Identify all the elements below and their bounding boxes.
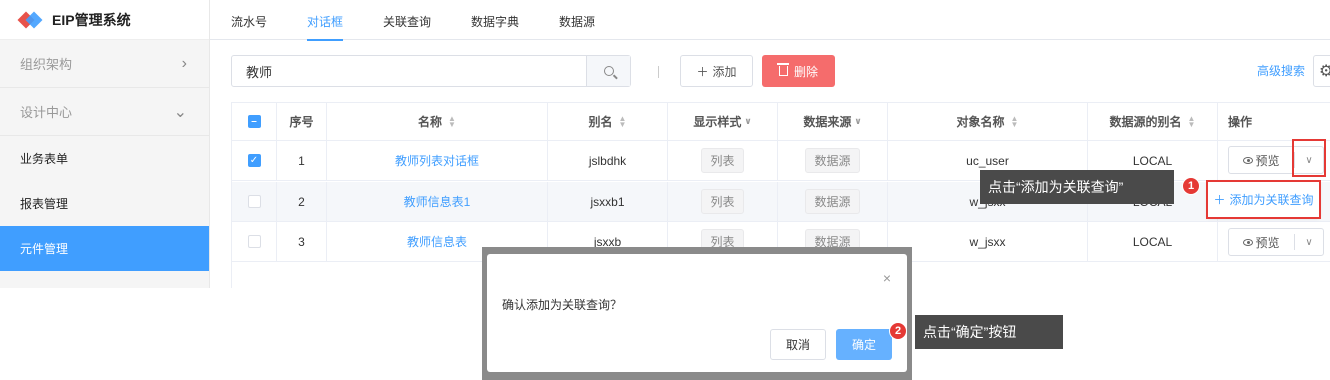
row-alias: jsxxb1 xyxy=(548,182,668,221)
sidebar-group-design[interactable]: 设计中心 ⌄ xyxy=(0,88,209,136)
sidebar-item-component[interactable]: 元件管理 xyxy=(0,226,209,271)
row-ds-alias: LOCAL xyxy=(1088,222,1218,261)
tab-serial[interactable]: 流水号 xyxy=(231,0,267,40)
eye-icon xyxy=(1243,238,1254,246)
preview-split-button: 预览 ∨ xyxy=(1228,228,1324,256)
row-name-link[interactable]: 教师信息表 xyxy=(407,233,467,250)
sort-icon: ▲ ▼ xyxy=(618,113,627,129)
header-index: 序号 xyxy=(277,103,327,140)
confirm-dialog: × 确认添加为关联查询？ 取消 确定 xyxy=(487,254,907,372)
header-ds-alias[interactable]: 数据源的别名 ▲ ▼ xyxy=(1088,103,1218,140)
confirm-button[interactable]: 确定 xyxy=(836,329,892,360)
settings-button[interactable]: ⚙ xyxy=(1313,55,1330,87)
table-header: – 序号 名称 ▲ ▼ 别名 ▲ ▼ 显示样式 ∨ 数据来源 ∨ 对象名称 ▲ ▼ 数据源的别名… xyxy=(232,103,1330,141)
gear-icon: ⚙ xyxy=(1319,63,1330,80)
row-index: 1 xyxy=(277,141,327,180)
tooltip-step2: 点击“确定”按钮 xyxy=(915,315,1063,349)
cancel-button[interactable]: 取消 xyxy=(770,329,826,360)
sidebar-item-label: 报表管理 xyxy=(20,197,69,211)
row-checkbox[interactable] xyxy=(247,195,261,208)
trash-icon xyxy=(776,63,789,76)
header-actions: 操作 xyxy=(1228,115,1253,129)
source-tag: 数据源 xyxy=(805,189,860,214)
row-checkbox[interactable]: ✓ xyxy=(247,154,261,167)
more-dropdown-button[interactable]: ∨ xyxy=(1295,237,1323,248)
header-object-name[interactable]: 对象名称 ▲ ▼ xyxy=(888,103,1088,140)
style-tag: 列表 xyxy=(701,189,744,214)
brand: EIP管理系统 xyxy=(0,0,209,40)
add-button[interactable]: ＋添加 xyxy=(680,55,753,87)
plus-icon: ＋ xyxy=(696,64,709,79)
sidebar-group-org[interactable]: 组织架构 › xyxy=(0,40,209,88)
eye-icon xyxy=(1243,156,1254,164)
sidebar-group-label: 设计中心 xyxy=(20,105,73,120)
tooltip-step1: 点击“添加为关联查询” xyxy=(980,170,1174,204)
close-icon[interactable]: × xyxy=(883,270,891,286)
sidebar-item-report[interactable]: 报表管理 xyxy=(0,181,209,226)
step-badge-2: 2 xyxy=(889,322,907,340)
search-button[interactable] xyxy=(586,56,630,86)
header-data-source[interactable]: 数据来源 ∨ xyxy=(778,103,888,140)
search-box xyxy=(231,55,631,87)
sort-icon: ▲ ▼ xyxy=(1010,113,1019,129)
header-name[interactable]: 名称 ▲ ▼ xyxy=(327,103,548,140)
sort-icon: ▲ ▼ xyxy=(448,113,456,129)
dialog-message: 确认添加为关联查询？ xyxy=(502,298,623,312)
row-index: 2 xyxy=(277,182,327,221)
chevron-right-icon: › xyxy=(181,54,187,72)
sidebar: EIP管理系统 组织架构 › 设计中心 ⌄ 业务表单 报表管理 元件管理 xyxy=(0,0,210,288)
preview-button[interactable]: 预览 xyxy=(1229,152,1295,168)
highlight-add-relation xyxy=(1206,180,1321,219)
header-display-style[interactable]: 显示样式 ∨ xyxy=(668,103,778,140)
sidebar-item-label: 元件管理 xyxy=(20,242,69,256)
row-index: 3 xyxy=(277,222,327,261)
tooltip-text: 点击“确定”按钮 xyxy=(923,324,1017,340)
delete-button[interactable]: 删除 xyxy=(762,55,835,87)
delete-button-label: 删除 xyxy=(793,64,818,79)
chevron-down-icon: ∨ xyxy=(854,116,862,126)
advanced-search-link[interactable]: 高级搜索 xyxy=(1257,62,1305,79)
style-tag: 列表 xyxy=(701,148,744,173)
row-object-name: w_jsxx xyxy=(888,222,1088,261)
search-input[interactable] xyxy=(232,56,586,86)
step-badge-1: 1 xyxy=(1182,177,1200,195)
source-tag: 数据源 xyxy=(805,148,860,173)
select-all-checkbox[interactable]: – xyxy=(247,115,261,128)
logo-icon xyxy=(17,11,43,28)
tab-bar: 流水号 对话框 关联查询 数据字典 数据源 xyxy=(210,0,1330,41)
row-name-link[interactable]: 教师信息表1 xyxy=(404,193,471,210)
highlight-dropdown-toggle xyxy=(1292,139,1326,177)
sidebar-item-label: 业务表单 xyxy=(20,152,69,166)
add-button-label: 添加 xyxy=(712,64,737,79)
divider xyxy=(658,66,659,78)
row-alias: jslbdhk xyxy=(548,141,668,180)
tab-relation-query[interactable]: 关联查询 xyxy=(383,0,431,40)
sort-icon: ▲ ▼ xyxy=(1187,113,1196,129)
app-title: EIP管理系统 xyxy=(52,11,131,28)
header-alias[interactable]: 别名 ▲ ▼ xyxy=(548,103,668,140)
chevron-down-icon: ⌄ xyxy=(173,103,187,121)
tab-data-source[interactable]: 数据源 xyxy=(559,0,595,40)
tab-dialog[interactable]: 对话框 xyxy=(307,0,344,41)
search-icon xyxy=(603,66,614,76)
row-checkbox[interactable] xyxy=(247,235,261,248)
preview-button[interactable]: 预览 xyxy=(1229,234,1295,250)
tooltip-text: 点击“添加为关联查询” xyxy=(988,179,1124,195)
chevron-down-icon: ∨ xyxy=(744,116,752,126)
sidebar-item-business-form[interactable]: 业务表单 xyxy=(0,136,209,181)
row-name-link[interactable]: 教师列表对话框 xyxy=(395,152,479,169)
tab-data-dictionary[interactable]: 数据字典 xyxy=(471,0,519,40)
sidebar-group-label: 组织架构 xyxy=(20,57,73,72)
